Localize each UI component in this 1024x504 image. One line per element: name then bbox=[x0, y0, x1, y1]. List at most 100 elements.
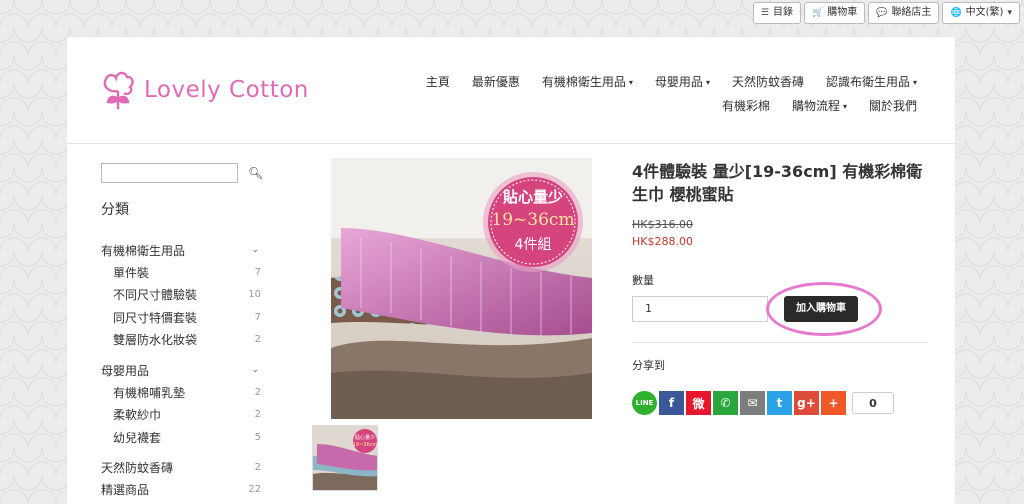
spacer bbox=[101, 351, 261, 359]
chevron-down-icon[interactable]: ⌄ bbox=[251, 365, 261, 375]
product-main-image[interactable]: 貼心量少 19~36cm 4件組 bbox=[331, 158, 592, 419]
category-item-count: 5 bbox=[254, 431, 261, 443]
category-item-count: 2 bbox=[254, 409, 261, 421]
cotton-flower-icon bbox=[103, 71, 134, 109]
nav-item-row2-0[interactable]: 有機彩棉 bbox=[711, 97, 781, 114]
spacer bbox=[101, 449, 261, 457]
nav-item-label: 天然防蚊香磚 bbox=[731, 75, 804, 89]
original-price: HK$316.00 bbox=[632, 218, 693, 231]
cart-icon: 🛒 bbox=[812, 8, 824, 18]
category-list: 有機棉衛生用品 ⌄ 單件裝 7 不同尺寸體驗裝 10 同尺寸特價套裝 7 雙層防水化妝袋 2 母嬰用… bbox=[101, 239, 261, 501]
category-group[interactable]: 有機棉衛生用品 ⌄ bbox=[101, 239, 261, 261]
category-item-label: 幼兒襪套 bbox=[113, 430, 162, 445]
quantity-row: 1 加入購物車 bbox=[632, 282, 928, 336]
category-group-count: 2 bbox=[254, 462, 261, 473]
divider bbox=[632, 342, 928, 343]
caret-down-icon: ▾ bbox=[912, 78, 917, 87]
menu-label: 目錄 bbox=[773, 7, 793, 18]
language-dropdown[interactable]: 🌐 中文(繁) ▾ bbox=[942, 2, 1020, 24]
category-item-label: 單件裝 bbox=[113, 265, 150, 280]
category-heading: 分類 bbox=[101, 202, 129, 218]
product-title: 4件體驗裝 量少[19-36cm] 有機彩棉衛生巾 櫻桃蜜貼 bbox=[632, 162, 923, 204]
category-item-label: 有機棉哺乳墊 bbox=[113, 385, 186, 400]
nav-item-label: 認識布衛生用品 bbox=[825, 75, 910, 89]
googleplus-share-icon[interactable]: g+ bbox=[794, 391, 819, 415]
category-group[interactable]: 母嬰用品 ⌄ bbox=[101, 359, 261, 381]
quantity-input[interactable]: 1 bbox=[632, 296, 768, 322]
category-item[interactable]: 雙層防水化妝袋 2 bbox=[101, 329, 261, 352]
badge-line-2: 19~36cm bbox=[491, 210, 574, 230]
category-group-label: 精選商品 bbox=[101, 483, 150, 497]
category-item[interactable]: 單件裝 7 bbox=[101, 261, 261, 284]
category-item-count: 2 bbox=[254, 334, 261, 346]
category-item[interactable]: 同尺寸特價套裝 7 bbox=[101, 306, 261, 329]
nav-item-label: 關於我們 bbox=[868, 99, 917, 113]
nav-row-2: 有機彩棉 購物流程 ▾ 關於我們 bbox=[357, 97, 917, 114]
nav-item-row1-3[interactable]: 母嬰用品 ▾ bbox=[644, 73, 721, 90]
category-group-label: 母嬰用品 bbox=[101, 363, 150, 378]
line-share-icon[interactable]: LINE bbox=[632, 391, 657, 415]
nav-row-1: 主頁 最新優惠 有機棉衛生用品 ▾ 母嬰用品 ▾ 天然防蚊香磚 認識布衛生用品 ▾ bbox=[357, 73, 917, 90]
twitter-share-icon[interactable]: t bbox=[767, 391, 792, 415]
nav-item-row1-1[interactable]: 最新優惠 bbox=[461, 73, 531, 90]
category-group-label: 天然防蚊香磚 bbox=[101, 461, 174, 475]
nav-item-label: 主頁 bbox=[425, 75, 450, 89]
weibo-share-icon[interactable]: 微 bbox=[686, 391, 711, 415]
quantity-label: 數量 bbox=[632, 274, 654, 287]
search-input[interactable] bbox=[101, 163, 238, 183]
product-info: 4件體驗裝 量少[19-36cm] 有機彩棉衛生巾 櫻桃蜜貼 HK$316.00… bbox=[632, 160, 928, 415]
nav-item-label: 最新優惠 bbox=[471, 75, 520, 89]
share-buttons: LINE f 微 ✆ ✉ t g+ +0 bbox=[632, 391, 928, 415]
category-item-label: 雙層防水化妝袋 bbox=[113, 333, 198, 348]
site-logo[interactable]: Lovely Cotton bbox=[100, 69, 309, 111]
product-thumbnail[interactable]: 貼心量少 19~36cm bbox=[312, 425, 378, 491]
category-item-count: 2 bbox=[254, 386, 261, 398]
thumbnail-photo: 貼心量少 19~36cm bbox=[313, 426, 377, 490]
sidebar: 🔍︎ 分類 有機棉衛生用品 ⌄ 單件裝 7 不同尺寸體驗裝 10 同尺寸特價套裝 7 雙層防水化… bbox=[101, 163, 263, 501]
category-group[interactable]: 天然防蚊香磚 2 bbox=[101, 457, 261, 479]
nav-item-label: 有機彩棉 bbox=[721, 99, 770, 113]
cart-label: 購物車 bbox=[827, 7, 858, 18]
category-item[interactable]: 柔軟紗巾 2 bbox=[101, 404, 261, 427]
category-item[interactable]: 不同尺寸體驗裝 10 bbox=[101, 284, 261, 307]
nav-item-row1-0[interactable]: 主頁 bbox=[415, 73, 461, 90]
category-item-label: 柔軟紗巾 bbox=[113, 408, 162, 423]
whatsapp-share-icon[interactable]: ✆ bbox=[713, 391, 738, 415]
nav-item-row1-5[interactable]: 認識布衛生用品 ▾ bbox=[815, 73, 917, 90]
email-share-icon[interactable]: ✉ bbox=[740, 391, 765, 415]
category-group[interactable]: 精選商品 22 bbox=[101, 479, 261, 501]
caret-down-icon: ▾ bbox=[842, 102, 847, 111]
category-item[interactable]: 幼兒襪套 5 bbox=[101, 426, 261, 449]
share-count-badge: 0 bbox=[852, 392, 894, 414]
main-nav: 主頁 最新優惠 有機棉衛生用品 ▾ 母嬰用品 ▾ 天然防蚊香磚 認識布衛生用品 ▾ 有機彩棉 購物… bbox=[357, 73, 917, 114]
nav-item-row1-2[interactable]: 有機棉衛生用品 ▾ bbox=[531, 73, 644, 90]
nav-item-row2-1[interactable]: 購物流程 ▾ bbox=[781, 97, 858, 114]
search-icon[interactable]: 🔍︎ bbox=[248, 166, 263, 180]
category-item[interactable]: 有機棉哺乳墊 2 bbox=[101, 381, 261, 404]
caret-down-icon: ▾ bbox=[705, 78, 710, 87]
chevron-down-icon[interactable]: ⌄ bbox=[251, 245, 261, 255]
add-to-cart-button[interactable]: 加入購物車 bbox=[784, 296, 858, 322]
top-utility-bar: ☰ 目錄 🛒 購物車 💬 聯絡店主 🌐 中文(繁) ▾ bbox=[752, 2, 1020, 24]
nav-item-row1-4[interactable]: 天然防蚊香磚 bbox=[721, 73, 815, 90]
nav-item-label: 母嬰用品 bbox=[654, 75, 703, 89]
thumb-badge-line-1: 貼心量少 bbox=[355, 434, 375, 441]
category-item-count: 7 bbox=[254, 266, 261, 278]
cart-button[interactable]: 🛒 購物車 bbox=[804, 2, 866, 24]
category-group-count: 22 bbox=[248, 484, 261, 495]
more-share-icon[interactable]: + bbox=[821, 391, 846, 415]
badge-line-3: 4件組 bbox=[515, 237, 552, 253]
category-group-label: 有機棉衛生用品 bbox=[101, 243, 186, 258]
facebook-share-icon[interactable]: f bbox=[659, 391, 684, 415]
caret-down-icon: ▾ bbox=[628, 78, 633, 87]
site-header: Lovely Cotton 主頁 最新優惠 有機棉衛生用品 ▾ 母嬰用品 ▾ 天然防蚊香磚認… bbox=[67, 37, 955, 144]
nav-item-label: 購物流程 bbox=[791, 99, 840, 113]
nav-item-row2-2[interactable]: 關於我們 bbox=[858, 97, 917, 114]
globe-icon: 🌐 bbox=[950, 8, 962, 18]
contact-shop-button[interactable]: 💬 聯絡店主 bbox=[868, 2, 940, 24]
list-icon: ☰ bbox=[760, 8, 769, 18]
category-item-count: 10 bbox=[248, 289, 261, 301]
chevron-down-icon: ▾ bbox=[1007, 8, 1012, 18]
menu-button[interactable]: ☰ 目錄 bbox=[752, 2, 801, 24]
contact-label: 聯絡店主 bbox=[891, 7, 932, 18]
